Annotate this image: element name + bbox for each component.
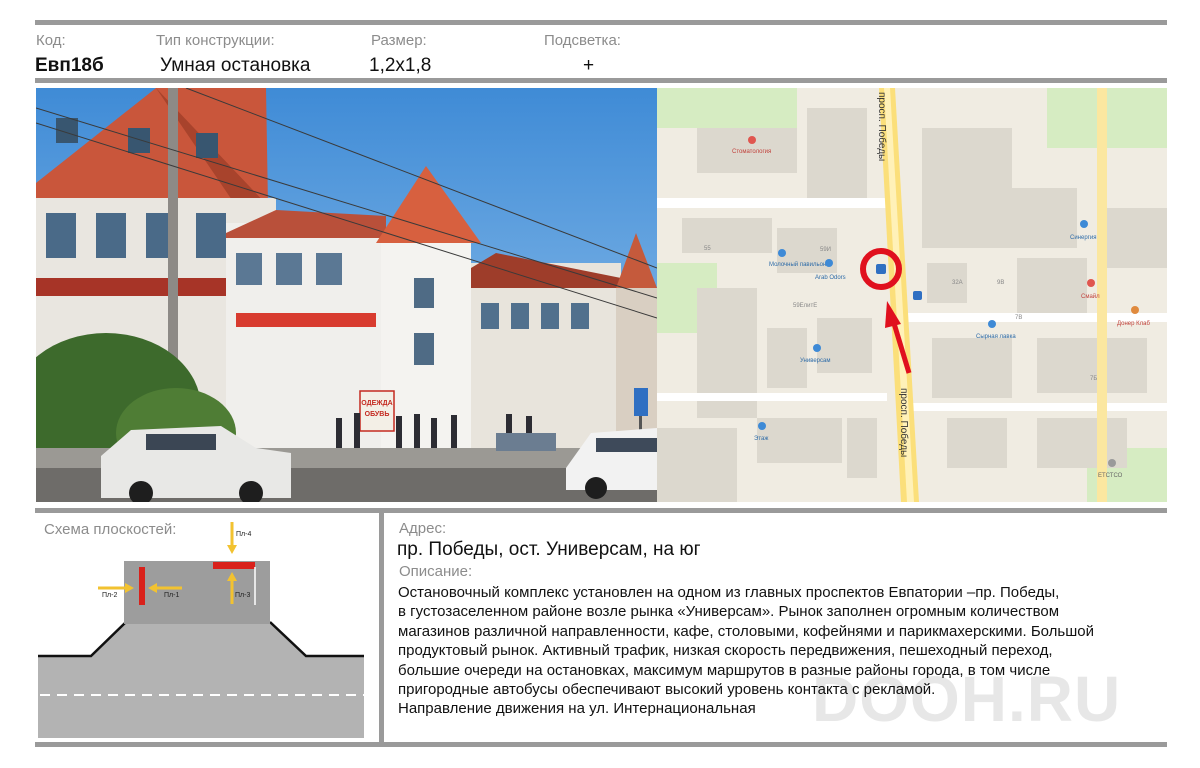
bottom-divider [35,742,1167,747]
shop-sign-text-1: ОДЕЖДА [361,400,392,407]
map-street-label-top: просп. Победы [876,92,888,161]
plane-4-label: Пл-4 [236,531,251,538]
street-photo: ОДЕЖДА ОБУВЬ [36,88,657,502]
middle-divider [35,508,1167,513]
plane-2-label: Пл-2 [102,592,117,599]
header-divider [35,78,1167,83]
description-label: Описание: [399,563,473,580]
size-label: Размер: [371,32,427,49]
bld-55: 55 [704,246,711,252]
address-label: Адрес: [399,520,447,537]
shop-sign-text-2: ОБУВЬ [365,411,390,418]
code-label: Код: [36,32,66,49]
bld-59i: 59И [820,247,831,253]
poi-etstso-label: ЕТСТСО [1098,473,1123,479]
bus-stop-icon[interactable] [913,291,922,300]
type-label: Тип конструкции: [156,32,275,49]
poi-milk-label-1: Молочный павильон [769,261,826,268]
type-value: Умная остановка [160,55,311,76]
bld-9v: 9В [997,280,1004,286]
plane-3-label: Пл-3 [235,592,250,599]
bld-7b: 7Б [1090,376,1097,382]
planes-scheme: Пл-1 Пл-2 Пл-3 Пл-4 [36,520,366,742]
poi-etazh-label: Этаж [754,436,768,442]
poi-smile-label: Смайл [1081,293,1100,300]
location-map[interactable]: просп. Победы просп. Победы Стоматология… [657,88,1167,502]
plane-3-bar [213,562,255,569]
address-value: пр. Победы, ост. Универсам, на юг [397,539,701,560]
poi-synergy-label: Синергия [1070,235,1096,241]
bld-32a: 32А [952,280,963,286]
bld-7v: 7В [1015,315,1022,321]
size-value: 1,2х1,8 [369,55,432,76]
code-value: Евп18б [35,55,104,76]
top-divider [35,20,1167,25]
poi-dentistry-label: Стоматология [732,149,771,155]
plane-1-label: Пл-1 [164,592,179,599]
plane-4-arrow-icon [227,522,237,554]
poi-doner-label: Донер Клаб [1117,321,1150,327]
light-label: Подсветка: [544,32,621,49]
plane-1-bar [139,567,145,605]
bld-59elite: 59ЕлитЕ [793,303,817,309]
vertical-divider [379,513,384,743]
poi-arab-label: Arab Odors [815,275,846,281]
scheme-title: Схема плоскостей: [44,521,177,538]
light-value: + [583,55,595,76]
description-text: Остановочный комплекс установлен на одно… [398,584,1094,718]
poi-universam-label: Универсам [800,358,830,364]
poi-cheese-label: Сырная лавка [976,334,1016,340]
map-street-label-bottom: просп. Победы [898,388,910,457]
